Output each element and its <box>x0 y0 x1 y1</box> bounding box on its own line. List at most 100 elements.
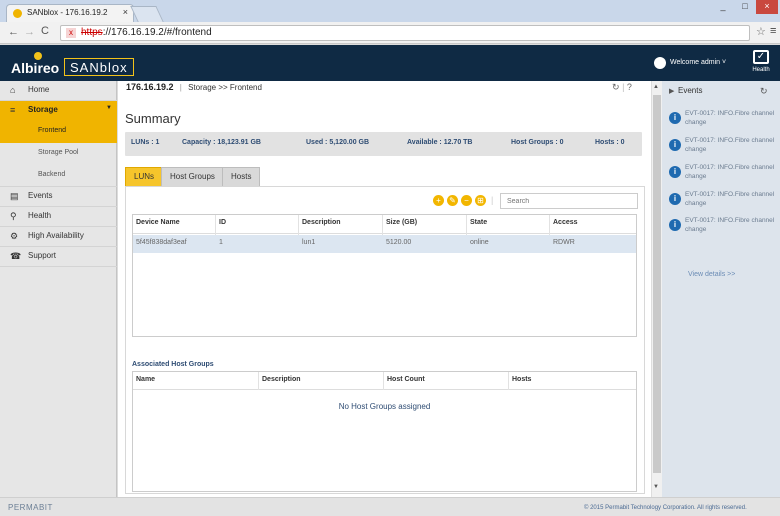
tab-hosts[interactable]: Hosts <box>222 167 261 187</box>
user-menu[interactable]: Welcome admin ˅ <box>670 59 726 66</box>
summary-hosts: Hosts : 0 <box>595 139 625 146</box>
col-hosts[interactable]: Hosts <box>512 376 531 383</box>
restore-button[interactable]: □ <box>734 0 756 14</box>
summary-used: Used : 5,120.00 GB <box>306 139 370 146</box>
health-label: Health <box>752 67 770 73</box>
col-description[interactable]: Description <box>302 219 341 226</box>
event-text: EVT-0017: INFO.Fibre channel change <box>685 191 775 207</box>
breadcrumb-host: 176.16.19.2 <box>126 82 174 92</box>
col-name[interactable]: Name <box>136 376 155 383</box>
summary-luns: LUNs : 1 <box>131 139 160 146</box>
sidebar-subitem-storage-pool[interactable]: Storage Pool <box>0 143 117 165</box>
scrollbar-thumb[interactable] <box>653 95 661 473</box>
event-item[interactable]: i EVT-0017: INFO.Fibre channel change <box>669 109 774 129</box>
sidebar: ⌂ Home ≡ Storage ▼ Frontend Storage Pool… <box>0 81 117 497</box>
col-hg-description[interactable]: Description <box>262 376 301 383</box>
col-device-name[interactable]: Device Name <box>136 219 180 226</box>
event-item[interactable]: i EVT-0017: INFO.Fibre channel change <box>669 190 774 210</box>
back-icon[interactable]: ← <box>8 26 19 38</box>
sidebar-item-support[interactable]: ☎ Support <box>0 247 117 267</box>
health-icon: ⚲ <box>10 211 17 221</box>
col-size[interactable]: Size (GB) <box>386 219 417 226</box>
collapse-events-icon[interactable]: ▶ <box>669 87 674 95</box>
summary-available: Available : 12.70 TB <box>407 139 473 146</box>
home-icon: ⌂ <box>10 85 16 95</box>
sidebar-subitem-label: Storage Pool <box>38 149 79 156</box>
browser-menu-icon[interactable]: ≡ <box>770 25 776 37</box>
sidebar-item-home[interactable]: ⌂ Home <box>0 81 117 101</box>
remove-icon[interactable]: − <box>461 195 472 206</box>
add-icon[interactable]: + <box>433 195 444 206</box>
tab-close-icon[interactable]: × <box>123 7 128 17</box>
sidebar-item-label: Health <box>28 211 52 220</box>
sidebar-item-events[interactable]: ▤ Events <box>0 187 117 207</box>
summary-capacity: Capacity : 18,123.91 GB <box>182 139 261 146</box>
minimize-button[interactable]: _ <box>712 0 734 14</box>
sidebar-item-label: Storage <box>28 105 58 114</box>
sanblox-logo: SANblox <box>64 58 134 76</box>
empty-host-groups-message: No Host Groups assigned <box>338 402 431 411</box>
events-icon: ▤ <box>10 191 19 201</box>
col-access[interactable]: Access <box>553 219 578 226</box>
scroll-up-icon[interactable]: ▲ <box>653 84 659 90</box>
hg-table-header <box>133 372 636 390</box>
cell-device-name: 5f45f838daf3eaf <box>136 239 187 246</box>
refresh-icon[interactable]: ↻ <box>612 82 620 92</box>
summary-bar: LUNs : 1 Capacity : 18,123.91 GB Used : … <box>125 132 642 156</box>
map-icon[interactable]: ⊞ <box>475 195 486 206</box>
search-input[interactable] <box>500 193 638 209</box>
sidebar-subitem-backend[interactable]: Backend <box>0 165 117 187</box>
info-icon: i <box>669 219 681 231</box>
permabit-logo: PERMABIT <box>8 503 53 512</box>
col-state[interactable]: State <box>470 219 487 226</box>
breadcrumb-path: Storage >> Frontend <box>188 83 262 92</box>
event-text: EVT-0017: INFO.Fibre channel change <box>685 137 775 153</box>
event-item[interactable]: i EVT-0017: INFO.Fibre channel change <box>669 216 774 236</box>
info-icon: i <box>669 193 681 205</box>
sidebar-subitem-frontend[interactable]: Frontend <box>0 121 117 143</box>
logo-text-albireo: Albireo <box>11 60 60 76</box>
health-check-icon: ✓ <box>753 50 769 64</box>
sidebar-item-health[interactable]: ⚲ Health <box>0 207 117 227</box>
url-field[interactable]: x https://176.16.19.2/#/frontend <box>60 25 750 41</box>
info-icon: i <box>669 112 681 124</box>
col-host-count[interactable]: Host Count <box>387 376 425 383</box>
col-divider <box>508 372 509 390</box>
sidebar-item-label: Events <box>28 191 53 200</box>
reload-icon[interactable]: C <box>41 25 49 37</box>
close-window-button[interactable]: × <box>756 0 778 14</box>
sidebar-item-label: Support <box>28 251 57 260</box>
logo-dot-icon <box>34 52 42 60</box>
forward-icon[interactable]: → <box>24 26 35 38</box>
event-item[interactable]: i EVT-0017: INFO.Fibre channel change <box>669 136 774 156</box>
event-item[interactable]: i EVT-0017: INFO.Fibre channel change <box>669 163 774 183</box>
scroll-down-icon[interactable]: ▼ <box>653 484 659 490</box>
health-button[interactable]: ✓ Health <box>749 48 773 78</box>
favicon-icon <box>13 9 22 18</box>
tab-host-groups[interactable]: Host Groups <box>161 167 224 187</box>
sidebar-subitem-label: Backend <box>38 171 66 178</box>
tab-luns[interactable]: LUNs <box>125 167 164 187</box>
help-icon[interactable]: ? <box>627 82 632 92</box>
info-icon: i <box>669 139 681 151</box>
view-details-link[interactable]: View details >> <box>688 271 735 278</box>
chevron-down-icon: ▼ <box>106 105 112 111</box>
info-icon: i <box>669 166 681 178</box>
page-title: Summary <box>125 111 181 126</box>
summary-host-groups: Host Groups : 0 <box>511 139 564 146</box>
page-tools: ↻ | ? <box>612 82 632 93</box>
col-divider <box>258 372 259 390</box>
browser-tab[interactable]: SANblox - 176.16.19.2 × <box>6 4 134 22</box>
events-refresh-icon[interactable]: ↻ <box>760 86 768 97</box>
sidebar-item-high-availability[interactable]: ⚙ High Availability <box>0 227 117 247</box>
url-path: ://176.16.19.2/#/frontend <box>102 27 212 38</box>
cell-description: lun1 <box>302 239 316 246</box>
event-text: EVT-0017: INFO.Fibre channel change <box>685 217 775 233</box>
bookmark-star-icon[interactable]: ☆ <box>756 25 766 38</box>
col-id[interactable]: ID <box>219 219 226 226</box>
sidebar-subitem-label: Frontend <box>38 127 67 134</box>
sidebar-item-label: Home <box>28 85 50 94</box>
sidebar-item-storage[interactable]: ≡ Storage ▼ <box>0 101 117 121</box>
toolbar-divider: | <box>491 195 494 205</box>
edit-icon[interactable]: ✎ <box>447 195 458 206</box>
